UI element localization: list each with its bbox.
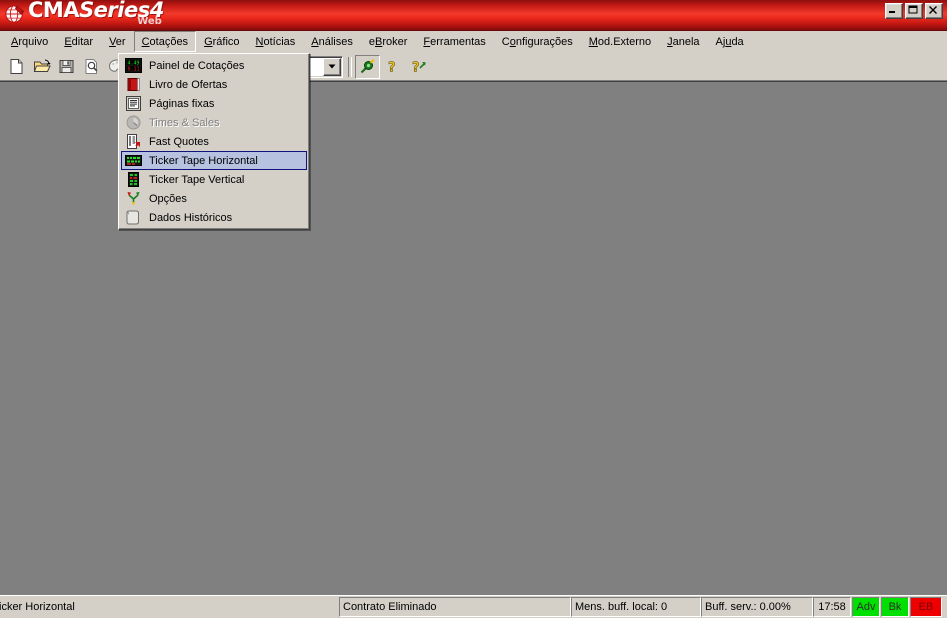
toolbar-combo-arrow-button[interactable] <box>323 57 341 76</box>
historic-data-icon <box>122 209 144 226</box>
logo-cma-text: CMA <box>28 0 80 22</box>
menu-item-label: Páginas fixas <box>149 97 215 110</box>
menu-item-label: Ticker Tape Vertical <box>149 173 245 186</box>
close-icon <box>929 6 937 14</box>
menu-label: Análises <box>311 35 353 48</box>
menu-label: eBroker <box>368 35 408 48</box>
ticker-horizontal-icon <box>122 152 144 169</box>
svg-text:?: ? <box>412 61 420 76</box>
menu-editar[interactable]: Editar <box>56 31 101 52</box>
cma-globe-logo-icon <box>5 5 25 23</box>
application-window: CMASeries4 Web Arquivo Editar Ver Cotaçõ… <box>0 0 947 618</box>
save-disk-icon <box>59 60 74 73</box>
new-document-icon <box>10 59 23 74</box>
menu-mod-externo[interactable]: Mod.Externo <box>581 31 659 52</box>
menu-cota-es[interactable]: Cotações <box>133 31 197 52</box>
menu-item-label: Livro de Ofertas <box>149 78 228 91</box>
menu-ver[interactable]: Ver <box>101 31 134 52</box>
menu-label: Ajuda <box>715 35 744 48</box>
menu-item-livro-de-ofertas[interactable]: Livro de Ofertas <box>121 75 307 94</box>
question-mark-icon: ? <box>388 60 396 76</box>
menu-configura-es[interactable]: Configurações <box>494 31 581 52</box>
menu-arquivo[interactable]: Arquivo <box>3 31 56 52</box>
minimize-button[interactable] <box>885 3 903 19</box>
plug-connector-icon <box>360 59 375 74</box>
svg-text:0.11: 0.11 <box>127 66 139 72</box>
toolbar-separator-2 <box>348 56 352 77</box>
menu-label: Editar <box>64 35 94 48</box>
times-sales-icon <box>122 114 144 131</box>
save-button[interactable] <box>54 55 79 79</box>
menu-label: Janela <box>667 35 700 48</box>
help-button[interactable]: ? <box>380 55 405 79</box>
new-document-button[interactable] <box>4 55 29 79</box>
menu-item-dados-hist-ricos[interactable]: Dados Históricos <box>121 208 307 227</box>
svg-text:?: ? <box>388 61 396 76</box>
menu-item-op-es[interactable]: Opções <box>121 189 307 208</box>
status-main-text: icker Horizontal <box>0 601 75 613</box>
close-button[interactable] <box>925 3 943 19</box>
menu-not-cias[interactable]: Notícias <box>248 31 304 52</box>
menu-an-lises[interactable]: Análises <box>303 31 361 52</box>
menu-label: Cotações <box>141 35 189 48</box>
menu-item-label: Dados Históricos <box>149 211 233 224</box>
menu-item-fast-quotes[interactable]: Fast Quotes <box>121 132 307 151</box>
menu-item-ticker-tape-horizontal[interactable]: Ticker Tape Horizontal <box>121 151 307 170</box>
order-book-icon <box>122 76 144 93</box>
menu-item-label: Ticker Tape Horizontal <box>149 154 258 167</box>
fixed-pages-icon <box>122 95 144 112</box>
options-branch-icon <box>122 190 144 207</box>
menu-bar: Arquivo Editar Ver Cotações Gráfico Notícias A… <box>0 31 947 53</box>
status-badge-eb: EB <box>910 597 942 617</box>
menu-janela[interactable]: Janela <box>659 31 707 52</box>
status-server-buffer-panel: Buff. serv.: 0.00% <box>701 597 813 617</box>
menu-item-label: Opções <box>149 192 187 205</box>
maximize-button[interactable] <box>905 3 923 19</box>
menu-label: Mod.Externo <box>588 35 652 48</box>
connection-plug-button[interactable] <box>355 54 380 79</box>
cotacoes-dropdown-menu: 4.49 0.11 Painel de Cotações Livro de Ofert… <box>118 53 310 230</box>
question-mark-arrow-icon: ? <box>411 60 426 76</box>
menu-label: Ver <box>109 35 126 48</box>
logo-wordmark: CMASeries4 Web <box>28 0 164 27</box>
menu-label: Notícias <box>255 35 296 48</box>
menu-item-ticker-tape-vertical[interactable]: Ticker Tape Vertical <box>121 170 307 189</box>
status-badge-adv: Adv <box>852 597 880 617</box>
status-badge-bk: Bk <box>881 597 909 617</box>
fast-quotes-icon <box>122 133 144 150</box>
menu-ferramentas[interactable]: Ferramentas <box>415 31 493 52</box>
minimize-icon <box>889 11 895 13</box>
menu-label: Arquivo <box>11 35 49 48</box>
menu-item-p-ginas-fixas[interactable]: Páginas fixas <box>121 94 307 113</box>
context-help-button[interactable]: ? <box>405 55 430 79</box>
menu-item-label: Times & Sales <box>149 116 220 129</box>
open-folder-button[interactable] <box>29 55 54 79</box>
svg-text:4.49: 4.49 <box>127 60 139 66</box>
menu-item-label: Painel de Cotações <box>149 59 245 72</box>
window-controls <box>885 3 943 19</box>
quote-panel-icon: 4.49 0.11 <box>122 57 144 74</box>
status-local-buffer-panel: Mens. buff. local: 0 <box>571 597 701 617</box>
menu-item-label: Fast Quotes <box>149 135 209 148</box>
menu-label: Gráfico <box>204 35 240 48</box>
menu-gr-fico[interactable]: Gráfico <box>196 31 247 52</box>
menu-item-times-sales: Times & Sales <box>121 113 307 132</box>
application-logo: CMASeries4 Web <box>4 0 164 30</box>
status-contract-panel: Contrato Eliminado <box>339 597 571 617</box>
title-bar: CMASeries4 Web <box>0 0 947 31</box>
menu-label: Configurações <box>501 35 573 48</box>
menu-ebroker[interactable]: eBroker <box>361 31 416 52</box>
print-preview-button[interactable] <box>79 55 104 79</box>
maximize-icon <box>908 5 918 14</box>
status-bar: icker Horizontal Contrato Eliminado Mens… <box>0 595 947 618</box>
menu-item-painel-de-cota-es[interactable]: 4.49 0.11 Painel de Cotações <box>121 56 307 75</box>
menu-label: Ferramentas <box>423 35 486 48</box>
chevron-down-icon <box>328 64 336 69</box>
ticker-vertical-icon <box>122 171 144 188</box>
status-clock: 17:58 <box>813 597 851 617</box>
print-preview-icon <box>85 59 98 74</box>
logo-web-text: Web <box>137 16 162 27</box>
open-folder-icon <box>33 59 51 72</box>
menu-ajuda[interactable]: Ajuda <box>708 31 752 52</box>
